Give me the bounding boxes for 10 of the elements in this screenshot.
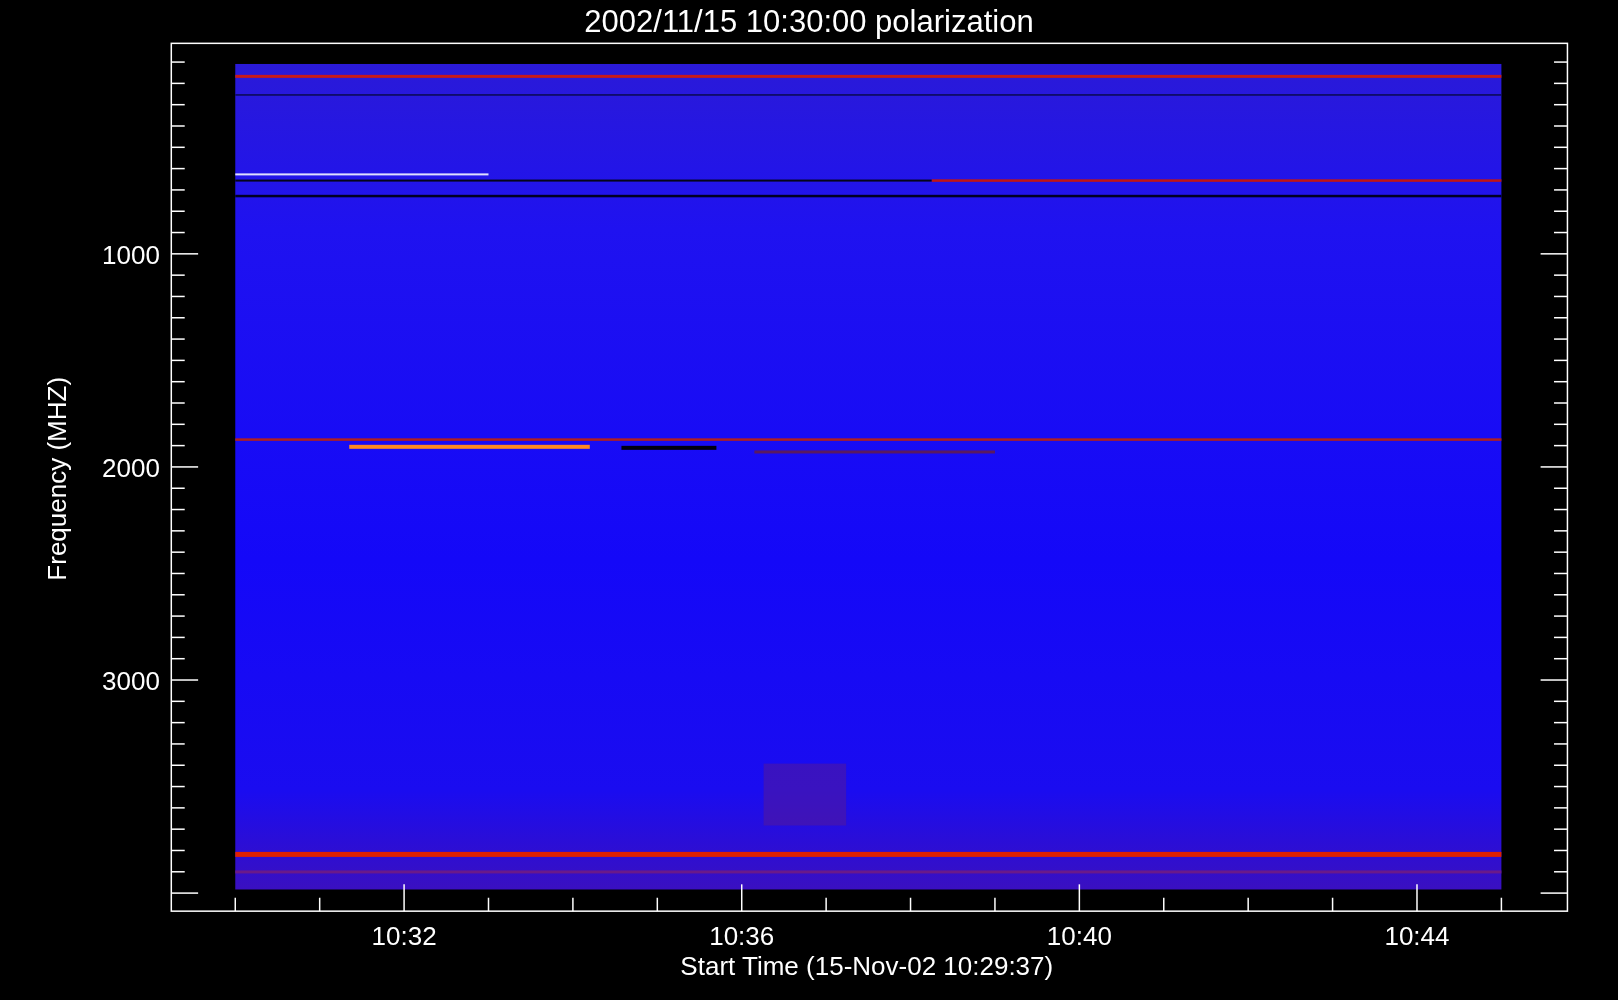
y-tick-label: 3000 xyxy=(102,666,160,696)
x-tick-label: 10:36 xyxy=(709,921,775,952)
x-tick-label: 10:44 xyxy=(1384,921,1450,952)
y-tick-label: 1000 xyxy=(102,239,160,270)
y-tick-label: 2000 xyxy=(102,452,160,483)
x-tick-label: 10:40 xyxy=(1046,921,1112,952)
plot-title: 2002/11/15 10:30:00 polarization xyxy=(584,4,1034,39)
y-axis-label: Frequency (MHZ) xyxy=(42,376,73,581)
x-tick-label: 10:32 xyxy=(371,921,437,952)
x-axis-label: Start Time (15-Nov-02 10:29:37) xyxy=(680,951,1054,982)
